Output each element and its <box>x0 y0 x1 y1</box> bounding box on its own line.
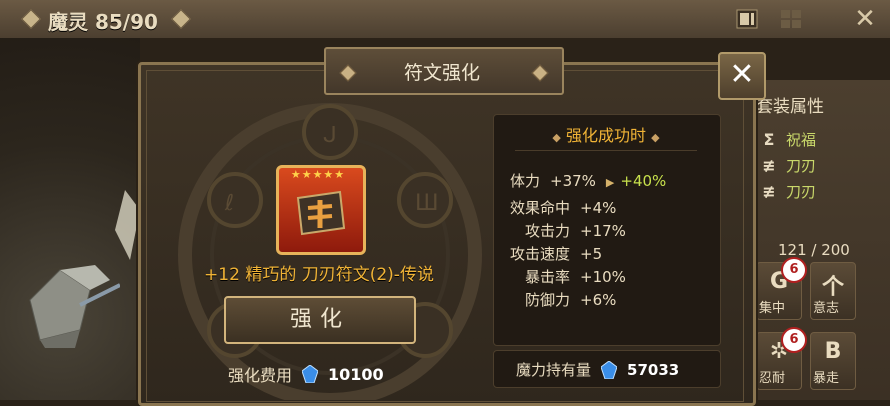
sigma-icon: Σ <box>763 129 775 149</box>
set-attributes-list: Σ 祝福 ≢ 刀刃 ≢ 刀刃 <box>760 126 816 204</box>
rune-filter-label: 集中 <box>759 301 786 316</box>
stat-key: 攻击速度 <box>509 245 570 263</box>
close-icon[interactable]: ✕ <box>852 6 878 32</box>
set-item-blessing: Σ 祝福 <box>760 126 816 152</box>
set-item-label: 祝福 <box>786 130 817 149</box>
count-badge: 6 <box>781 257 807 283</box>
diamond-icon: ◆ <box>651 131 660 144</box>
stat-value: +6% <box>580 291 617 309</box>
enhance-cost-label: 强化费用 <box>228 366 293 385</box>
stat-value: +4% <box>580 199 617 217</box>
count-badge: 6 <box>781 327 807 353</box>
svg-text:ᒍ: ᒍ <box>323 123 337 148</box>
enhance-cost-row: 强化费用 10100 <box>228 362 384 386</box>
set-item-label: 刀刃 <box>786 156 817 175</box>
rune-name: +12 精巧的 刀刃符文(2)-传说 <box>204 265 434 285</box>
rune-filter-rage[interactable]: B 暴走 <box>810 332 856 390</box>
set-item-blade: ≢ 刀刃 <box>760 178 816 204</box>
stat-key: 暴击率 <box>524 268 570 286</box>
stat-new-value: +40% <box>620 172 667 190</box>
blade-rune-icon: ≢ <box>762 155 776 175</box>
set-item-label: 刀刃 <box>786 182 817 201</box>
stat-row-hp: 体力 +37% ▶ +40% <box>470 170 666 191</box>
diamond-icon: ◆ <box>552 131 561 144</box>
dialog-title: 符文强化 <box>403 62 480 84</box>
stat-row-speed: 攻击速度 +5 <box>500 243 602 264</box>
stat-key: 体力 <box>509 172 540 190</box>
rune-filter-label: 忍耐 <box>759 371 786 386</box>
stat-row-defense: 防御力 +6% <box>500 289 616 310</box>
list-view-icon[interactable] <box>736 9 758 29</box>
stat-value: +10% <box>580 268 626 286</box>
stat-row-crit-rate: 暴击率 +10% <box>500 266 626 287</box>
wing-image <box>115 190 140 260</box>
stat-row-accuracy: 效果命中 +4% <box>500 197 616 218</box>
stat-key: 防御力 <box>524 291 570 309</box>
arrow-right-icon: ▶ <box>605 176 615 189</box>
close-icon: ✕ <box>729 57 755 92</box>
mana-holding-label: 魔力持有量 <box>516 361 592 379</box>
rune-filter-label: 暴走 <box>813 371 840 386</box>
blade-rune-icon: ≢ <box>762 181 776 201</box>
crystal-weapon-image <box>29 265 120 348</box>
enhance-success-title: ◆ 强化成功时 ◆ <box>493 122 719 146</box>
rage-rune-icon: B <box>824 339 842 364</box>
stat-key: 效果命中 <box>509 199 570 217</box>
enhance-success-title-text: 强化成功时 <box>565 126 646 145</box>
svg-text:Ш: Ш <box>415 191 439 216</box>
grid-view-icon[interactable] <box>780 9 802 29</box>
stat-value: +37% <box>550 172 596 190</box>
stat-key: 攻击力 <box>524 222 570 240</box>
set-item-blade: ≢ 刀刃 <box>760 152 816 178</box>
diamond-icon[interactable] <box>21 9 41 29</box>
enhance-button[interactable]: 强化 <box>224 296 416 344</box>
stat-value: +17% <box>580 222 626 240</box>
divider <box>515 150 697 151</box>
stat-row-attack: 攻击力 +17% <box>500 220 626 241</box>
rune-count: 121 / 200 <box>778 241 850 259</box>
enhance-cost-value: 10100 <box>328 364 384 384</box>
mana-holding-row: 魔力持有量 57033 <box>516 359 679 380</box>
mana-holding-value: 57033 <box>627 360 680 379</box>
rune-filter-label: 意志 <box>813 301 840 316</box>
blade-rune-icon <box>296 190 346 236</box>
top-bar: 魔灵 85/90 ✕ <box>0 0 890 40</box>
diamond-icon[interactable] <box>171 9 191 29</box>
set-attributes-title: 套装属性 <box>756 97 824 117</box>
mana-crystal-icon <box>601 360 618 379</box>
svg-text:ℓ: ℓ <box>224 191 234 216</box>
rune-filter-will[interactable]: 个 意志 <box>810 262 856 320</box>
mana-crystal-icon <box>302 365 319 383</box>
rune-stars: ★★★★★ <box>290 168 346 181</box>
monster-count-title: 魔灵 85/90 <box>48 10 158 34</box>
close-button[interactable]: ✕ <box>718 52 766 100</box>
stat-value: +5 <box>580 245 603 263</box>
